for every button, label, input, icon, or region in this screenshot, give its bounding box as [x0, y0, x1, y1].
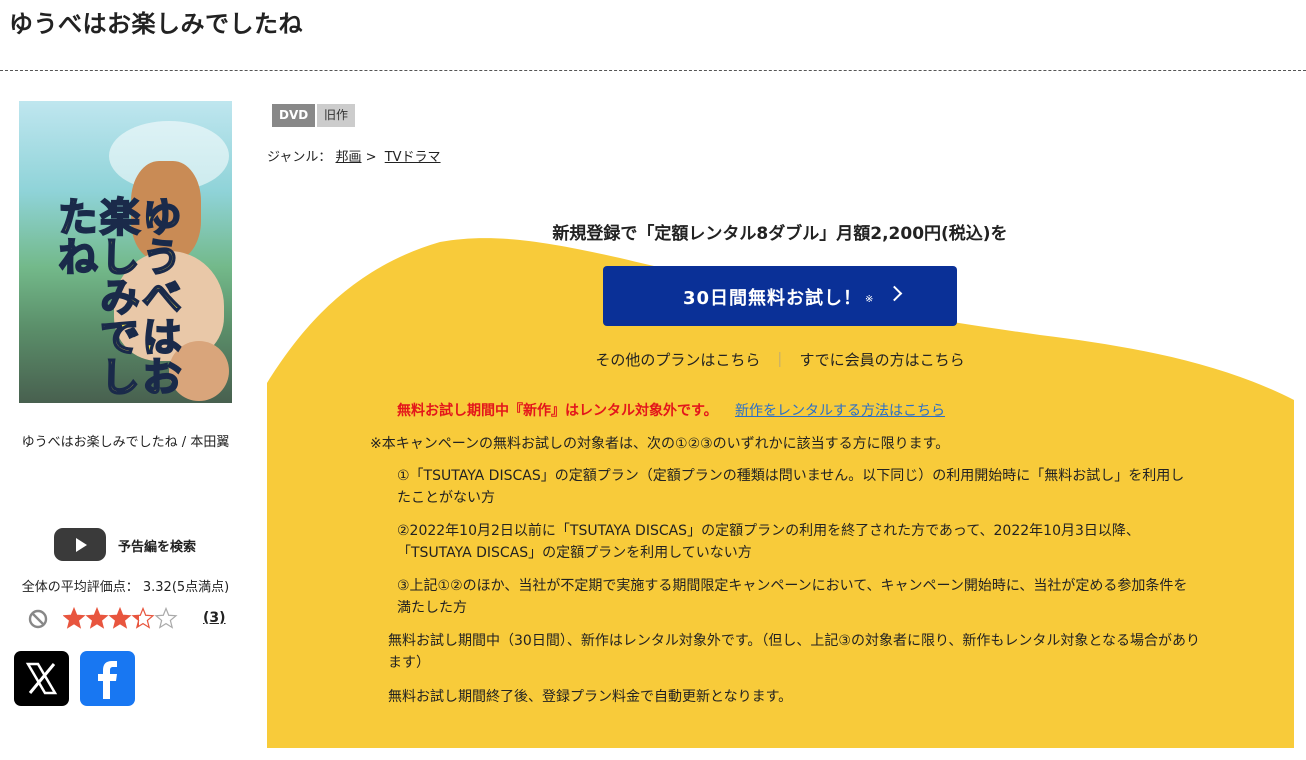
- free-trial-label: 30日間無料お試し！: [683, 288, 863, 309]
- term-item: ①「TSUTAYA DISCAS」の定額プラン（定額プランの種類は問いません。以…: [397, 468, 1185, 506]
- term-item: ③上記①②のほか、当社が不定期で実施する期間限定キャンペーンにおいて、キャンペー…: [397, 578, 1188, 616]
- terms-intro: ※本キャンペーンの無料お試しの対象者は、次の①②③のいずれかに該当する方に限りま…: [370, 436, 950, 452]
- auto-renewal-note: 無料お試し期間終了後、登録プラン料金で自動更新となります。: [388, 689, 793, 705]
- term-item: ②2022年10月2日以前に「TSUTAYA DISCAS」の定額プランの利用を…: [397, 523, 1140, 561]
- chevron-right-icon: [886, 285, 903, 302]
- link-separator: ｜: [772, 351, 788, 369]
- new-release-notice: 無料お試し期間中『新作』はレンタル対象外です。: [397, 403, 718, 419]
- new-release-rental-link[interactable]: 新作をレンタルする方法はこちら: [735, 400, 945, 420]
- member-login-link[interactable]: すでに会員の方はこちら: [799, 351, 964, 369]
- promo-heading: 新規登録で「定額レンタル8ダブル」月額2,200円(税込)を: [552, 224, 1008, 244]
- plan-links: その他のプランはこちら ｜ すでに会員の方はこちら: [267, 349, 1293, 370]
- trial-new-release-note: 無料お試し期間中（30日間）、新作はレンタル対象外です。（但し、上記③の対象者に…: [388, 633, 1200, 671]
- free-trial-note-mark: ※: [865, 294, 874, 305]
- other-plans-link[interactable]: その他のプランはこちら: [595, 351, 760, 369]
- free-trial-button[interactable]: 30日間無料お試し！ ※: [603, 266, 957, 326]
